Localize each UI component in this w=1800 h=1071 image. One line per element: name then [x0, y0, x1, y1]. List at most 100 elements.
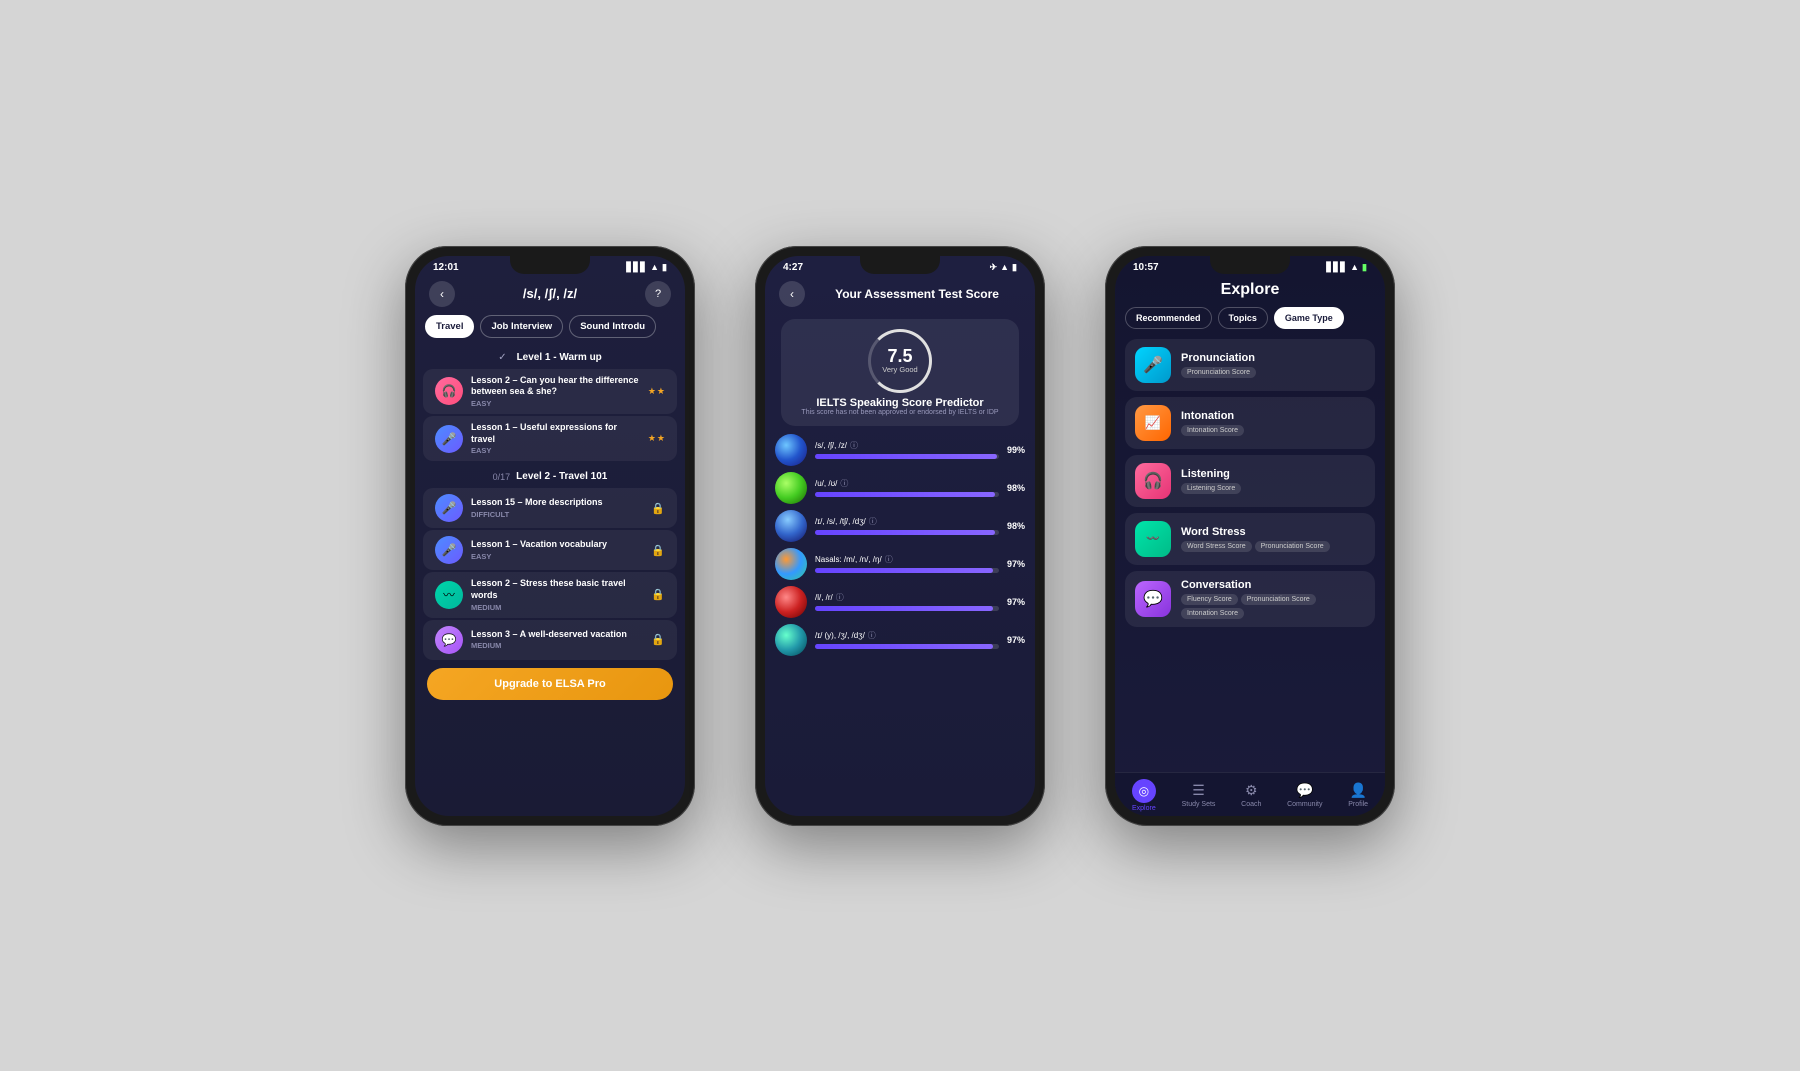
- airplane-icon: ✈: [990, 262, 998, 273]
- level1-header: ✓ Level 1 - Warm up: [415, 348, 685, 367]
- cat-tags: Pronunciation Score: [1181, 367, 1365, 378]
- lesson-text: Lesson 2 – Stress these basic travel wor…: [471, 578, 643, 611]
- lesson-name: Lesson 3 – A well-deserved vacation: [471, 629, 643, 641]
- lesson-item: 🎤 Lesson 15 – More descriptions DIFFICUL…: [423, 488, 677, 528]
- score-row: /ɪ/, /s/, /tʃ/, /dʒ/ ⓘ 98%: [775, 510, 1025, 542]
- tab-game-type[interactable]: Game Type: [1274, 307, 1344, 329]
- nav-label-coach: Coach: [1241, 801, 1261, 808]
- status-icons-1: ▋▋▋ ▲ ▮: [626, 262, 667, 273]
- ball-teal-swirl: [775, 624, 807, 656]
- score-bar-bg: [815, 568, 999, 573]
- lesson-item[interactable]: 🎤 Lesson 1 – Useful expressions for trav…: [423, 416, 677, 461]
- lesson-icon: 🎤: [435, 494, 463, 522]
- score-info: /l/, /r/ ⓘ: [815, 592, 999, 611]
- score-bar-fill: [815, 492, 995, 497]
- nav-coach[interactable]: ⚙ Coach: [1241, 782, 1261, 808]
- lesson-name: Lesson 2 – Stress these basic travel wor…: [471, 578, 643, 601]
- lesson-item[interactable]: 🎧 Lesson 2 – Can you hear the difference…: [423, 369, 677, 414]
- tabs-row-1: Travel Job Interview Sound Introdu: [415, 315, 685, 338]
- lesson-stars: ★ ★: [648, 433, 665, 444]
- score-bar-bg: [815, 606, 999, 611]
- level1-title: Level 1 - Warm up: [517, 352, 602, 363]
- cat-tags: Word Stress Score Pronunciation Score: [1181, 541, 1365, 552]
- cat-tag: Intonation Score: [1181, 425, 1244, 436]
- cat-tags: Listening Score: [1181, 483, 1365, 494]
- score-bar-fill: [815, 454, 997, 459]
- phone-3-screen: 10:57 ▋▋▋ ▲ ▮ Explore Recommended Topics…: [1115, 256, 1385, 816]
- cat-tag-pronunciation-score: Pronunciation Score: [1255, 541, 1330, 552]
- lesson-icon: 💬: [435, 626, 463, 654]
- gauge-score: 7.5: [887, 347, 912, 365]
- tab-topics[interactable]: Topics: [1218, 307, 1268, 329]
- ielts-title: IELTS Speaking Score Predictor: [816, 397, 983, 409]
- score-label: Nasals: /m/, /n/, /ŋ/ ⓘ: [815, 554, 999, 565]
- cat-text: Intonation Intonation Score: [1181, 410, 1365, 436]
- ielts-sub: This score has not been approved or endo…: [801, 409, 998, 416]
- nav-label-community: Community: [1287, 801, 1322, 808]
- lesson-text: Lesson 1 – Useful expressions for travel…: [471, 422, 640, 455]
- back-button-2[interactable]: ‹: [779, 281, 805, 307]
- tab-job-interview[interactable]: Job Interview: [480, 315, 563, 338]
- tab-sound-intro[interactable]: Sound Introdu: [569, 315, 656, 338]
- cat-text: Word Stress Word Stress Score Pronunciat…: [1181, 526, 1365, 552]
- cat-text: Listening Listening Score: [1181, 468, 1365, 494]
- ball-red: [775, 586, 807, 618]
- back-button-1[interactable]: ‹: [429, 281, 455, 307]
- tab-travel[interactable]: Travel: [425, 315, 474, 338]
- time-1: 12:01: [433, 262, 459, 273]
- score-bar-bg: [815, 530, 999, 535]
- nav-study-sets[interactable]: ☰ Study Sets: [1182, 782, 1216, 808]
- lesson-text: Lesson 2 – Can you hear the difference b…: [471, 375, 640, 408]
- info-button-1[interactable]: ?: [645, 281, 671, 307]
- explore-nav-icon: ◎: [1132, 779, 1156, 803]
- battery-icon-2: ▮: [1012, 262, 1017, 273]
- level2-title: Level 2 - Travel 101: [516, 471, 607, 482]
- lesson-name: Lesson 1 – Vacation vocabulary: [471, 539, 643, 551]
- cat-tag: Pronunciation Score: [1181, 367, 1256, 378]
- ball-green: [775, 472, 807, 504]
- nav-explore[interactable]: ◎ Explore: [1132, 779, 1156, 812]
- gauge-label: Very Good: [882, 365, 917, 374]
- score-row: /s/, /ʃ/, /z/ ⓘ 99%: [775, 434, 1025, 466]
- category-intonation[interactable]: 📈 Intonation Intonation Score: [1125, 397, 1375, 449]
- category-conversation[interactable]: 💬 Conversation Fluency Score Pronunciati…: [1125, 571, 1375, 627]
- gauge-circle: 7.5 Very Good: [868, 329, 932, 393]
- score-label: /ɪ/, /s/, /tʃ/, /dʒ/ ⓘ: [815, 516, 999, 527]
- lesson-name: Lesson 15 – More descriptions: [471, 497, 643, 509]
- score-row: Nasals: /m/, /n/, /ŋ/ ⓘ 97%: [775, 548, 1025, 580]
- lesson-text: Lesson 1 – Vacation vocabulary EASY: [471, 539, 643, 561]
- score-row: /u/, /ʊ/ ⓘ 98%: [775, 472, 1025, 504]
- category-listening[interactable]: 🎧 Listening Listening Score: [1125, 455, 1375, 507]
- wifi-icon-2: ▲: [1000, 262, 1009, 272]
- info-icon: ⓘ: [868, 630, 876, 641]
- score-label: /l/, /r/ ⓘ: [815, 592, 999, 603]
- lesson-icon-blue: 🎤: [435, 425, 463, 453]
- study-sets-icon: ☰: [1192, 782, 1205, 799]
- battery-icon-3: ▮: [1362, 262, 1367, 273]
- nav-community[interactable]: 💬 Community: [1287, 782, 1322, 808]
- notch-3: [1210, 256, 1290, 274]
- lesson-icon: 🎤: [435, 536, 463, 564]
- upgrade-button[interactable]: Upgrade to ELSA Pro: [427, 668, 673, 700]
- cat-tag-pronunciation-conv: Pronunciation Score: [1241, 594, 1316, 605]
- score-bar-fill: [815, 568, 993, 573]
- tab-recommended[interactable]: Recommended: [1125, 307, 1212, 329]
- phone2-title: Your Assessment Test Score: [813, 287, 1021, 301]
- cat-tag: Listening Score: [1181, 483, 1241, 494]
- nav-profile[interactable]: 👤 Profile: [1348, 782, 1368, 808]
- category-word-stress[interactable]: 〰️ Word Stress Word Stress Score Pronunc…: [1125, 513, 1375, 565]
- lesson-item: 💬 Lesson 3 – A well-deserved vacation ME…: [423, 620, 677, 660]
- category-pronunciation[interactable]: 🎤 Pronunciation Pronunciation Score: [1125, 339, 1375, 391]
- ball-blue-swirl: [775, 434, 807, 466]
- signal-icon-3: ▋▋▋: [1326, 262, 1347, 273]
- lock-icon: 🔒: [651, 544, 665, 557]
- cat-name-intonation: Intonation: [1181, 410, 1365, 422]
- cat-name-word-stress: Word Stress: [1181, 526, 1365, 538]
- notch-2: [860, 256, 940, 274]
- score-bar-bg: [815, 492, 999, 497]
- cat-text: Conversation Fluency Score Pronunciation…: [1181, 579, 1365, 619]
- score-row: /l/, /r/ ⓘ 97%: [775, 586, 1025, 618]
- cat-tag-intonation-conv: Intonation Score: [1181, 608, 1244, 619]
- signal-icon: ▋▋▋: [626, 262, 647, 273]
- cat-icon-listening: 🎧: [1135, 463, 1171, 499]
